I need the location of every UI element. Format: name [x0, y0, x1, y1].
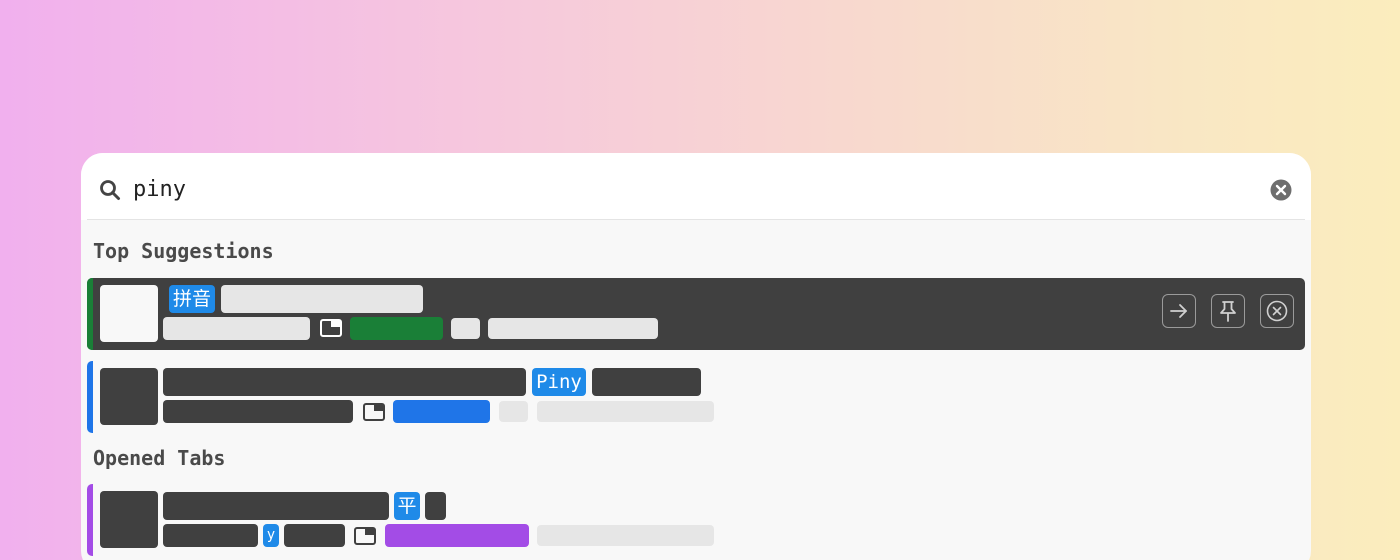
suggestion-row[interactable]: Piny	[87, 361, 1305, 433]
window-icon	[363, 403, 385, 421]
meta-redacted	[499, 401, 528, 422]
window-icon	[354, 527, 376, 545]
source-badge	[385, 524, 529, 547]
match-highlight: 平	[394, 492, 420, 520]
section-title-top-suggestions: Top Suggestions	[93, 239, 274, 263]
search-bar	[81, 153, 1311, 220]
url-redacted	[163, 400, 353, 423]
title-redacted	[425, 492, 446, 520]
source-badge	[393, 400, 490, 423]
arrow-right-icon	[1170, 304, 1187, 318]
favicon	[100, 491, 158, 548]
title-redacted	[221, 285, 423, 313]
search-input[interactable]	[133, 173, 1233, 205]
url-match-highlight: y	[263, 524, 279, 547]
search-divider	[87, 219, 1305, 220]
favicon	[100, 285, 158, 342]
row-accent	[87, 278, 93, 350]
close-tab-button[interactable]	[1260, 294, 1294, 328]
tab-row[interactable]: 平 y	[87, 484, 1305, 556]
window-icon	[320, 319, 342, 337]
clear-icon[interactable]	[1270, 179, 1292, 201]
meta-redacted	[451, 318, 480, 339]
title-redacted	[163, 492, 389, 520]
title-redacted	[163, 368, 526, 396]
open-button[interactable]	[1162, 294, 1196, 328]
row-accent	[87, 484, 93, 556]
pin-icon	[1220, 301, 1236, 322]
extra-redacted	[537, 401, 714, 422]
row-accent	[87, 361, 93, 433]
source-badge	[350, 317, 443, 340]
extra-redacted	[488, 318, 658, 339]
section-title-opened-tabs: Opened Tabs	[93, 446, 226, 470]
search-panel: Top Suggestions 拼音	[81, 153, 1311, 560]
extra-redacted	[537, 525, 714, 546]
match-highlight: Piny	[532, 368, 586, 396]
search-icon	[100, 180, 120, 200]
match-highlight: 拼音	[169, 285, 215, 313]
url-redacted	[163, 317, 310, 340]
close-circle-icon	[1266, 300, 1288, 322]
suggestion-row-selected[interactable]: 拼音	[87, 278, 1305, 350]
url-redacted	[163, 524, 258, 547]
pin-button[interactable]	[1211, 294, 1245, 328]
url-redacted	[284, 524, 345, 547]
favicon	[100, 368, 158, 425]
title-redacted	[592, 368, 701, 396]
